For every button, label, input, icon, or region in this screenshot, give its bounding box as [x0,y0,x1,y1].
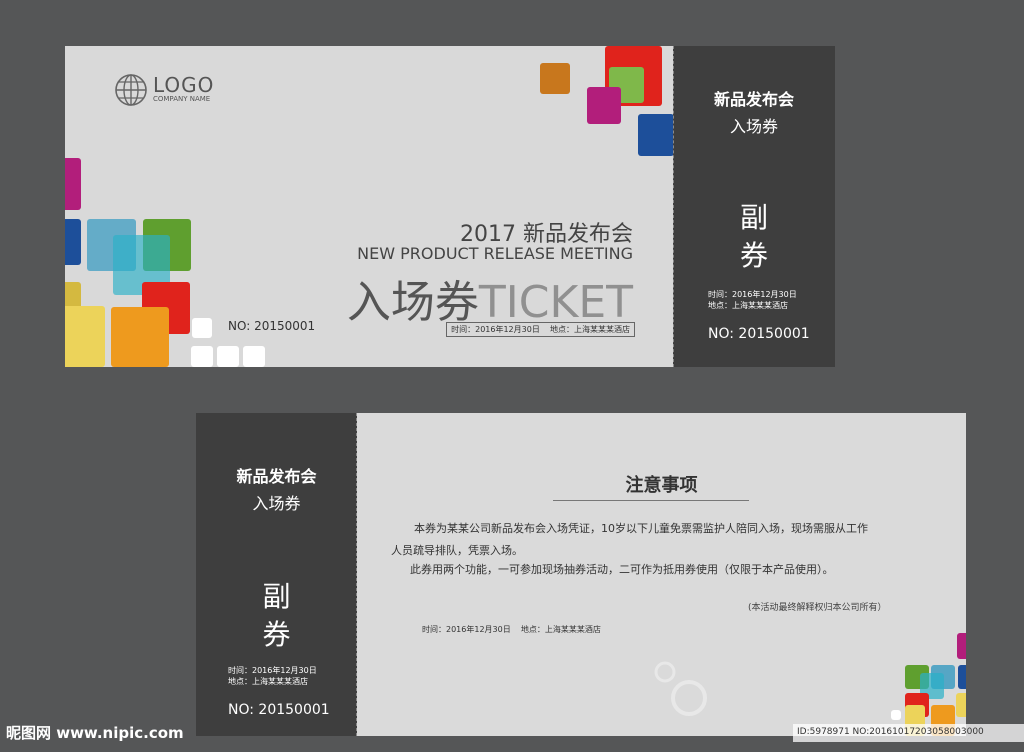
deco-square [957,633,966,659]
stub-time: 时间：2016年12月30日 [708,290,797,299]
notice-note: (本活动最终解释权归本公司所有） [748,603,887,613]
stub-event: 新品发布会 [713,90,794,109]
deco-square [540,63,570,94]
deco-square [65,219,81,265]
heading-en: NEW PRODUCT RELEASE MEETING [357,244,633,263]
notice-para1-line2: 人员疏导排队，凭票入场。 [391,544,523,557]
notice-title: 注意事项 [625,475,698,496]
deco-square [192,318,212,338]
deco-square [956,693,966,717]
stub-label: 入场券 [729,117,778,136]
gear-decoration [654,661,707,716]
company-name: COMPANY NAME [153,95,211,103]
stub-number: NO: 20150001 [708,326,810,342]
title-en: TICKET [478,277,633,328]
stub-type-char1: 副 [739,201,768,234]
watermark-site: 昵图网 www.nipic.com [6,724,184,742]
deco-square [243,346,265,367]
deco-square [587,87,621,124]
logo: LOGO COMPANY NAME [113,72,213,112]
stub-type-char2: 券 [739,239,768,272]
notice-para2: 此券用两个功能，一可参加现场抽券活动，二可作为抵用券使用（仅限于本产品使用）。 [410,563,834,576]
title-cn: 入场券 [346,277,479,328]
deco-square [65,306,105,367]
ticket-stub: 新品发布会 入场券 副 券 时间：2016年12月30日 地点：上海某某某酒店 … [196,413,357,736]
deco-square [191,346,213,367]
watermark-id-box: ID:5978971 NO:20161017203058003000 [793,724,1024,742]
back-info-line: 时间：2016年12月30日 地点：上海某某某酒店 [422,625,601,634]
ticket-title: 入场券TICKET [347,266,633,330]
deco-square [638,114,674,156]
deco-square [65,158,81,210]
logo-text: LOGO [153,73,215,97]
stub-label: 入场券 [252,494,301,513]
stub-place: 地点：上海某某某酒店 [708,301,788,310]
watermark-id: ID:5978971 NO:20161017203058003000 [797,727,984,737]
stub-number: NO: 20150001 [228,702,330,718]
stub-event: 新品发布会 [236,467,317,486]
ticket-stub: 新品发布会 入场券 副 券 时间：2016年12月30日 地点：上海某某某酒店 … [673,46,835,367]
ticket-number: NO: 20150001 [228,319,316,333]
deco-square [217,346,239,367]
deco-square [111,307,169,367]
info-line: 时间：2016年12月30日 地点：上海某某某酒店 [446,322,635,337]
stub-time: 时间：2016年12月30日 [228,666,317,675]
stub-type-char1: 副 [262,580,291,613]
title-underline [553,500,749,501]
deco-square [958,665,966,689]
stub-place: 地点：上海某某某酒店 [228,677,308,686]
stub-type-char2: 券 [262,618,291,651]
notice-para1-line1: 本券为某某公司新品发布会入场凭证，10岁以下儿童免票需监护人陪同入场，现场需服从… [414,522,868,535]
globe-icon [115,74,147,106]
deco-square [891,710,901,720]
